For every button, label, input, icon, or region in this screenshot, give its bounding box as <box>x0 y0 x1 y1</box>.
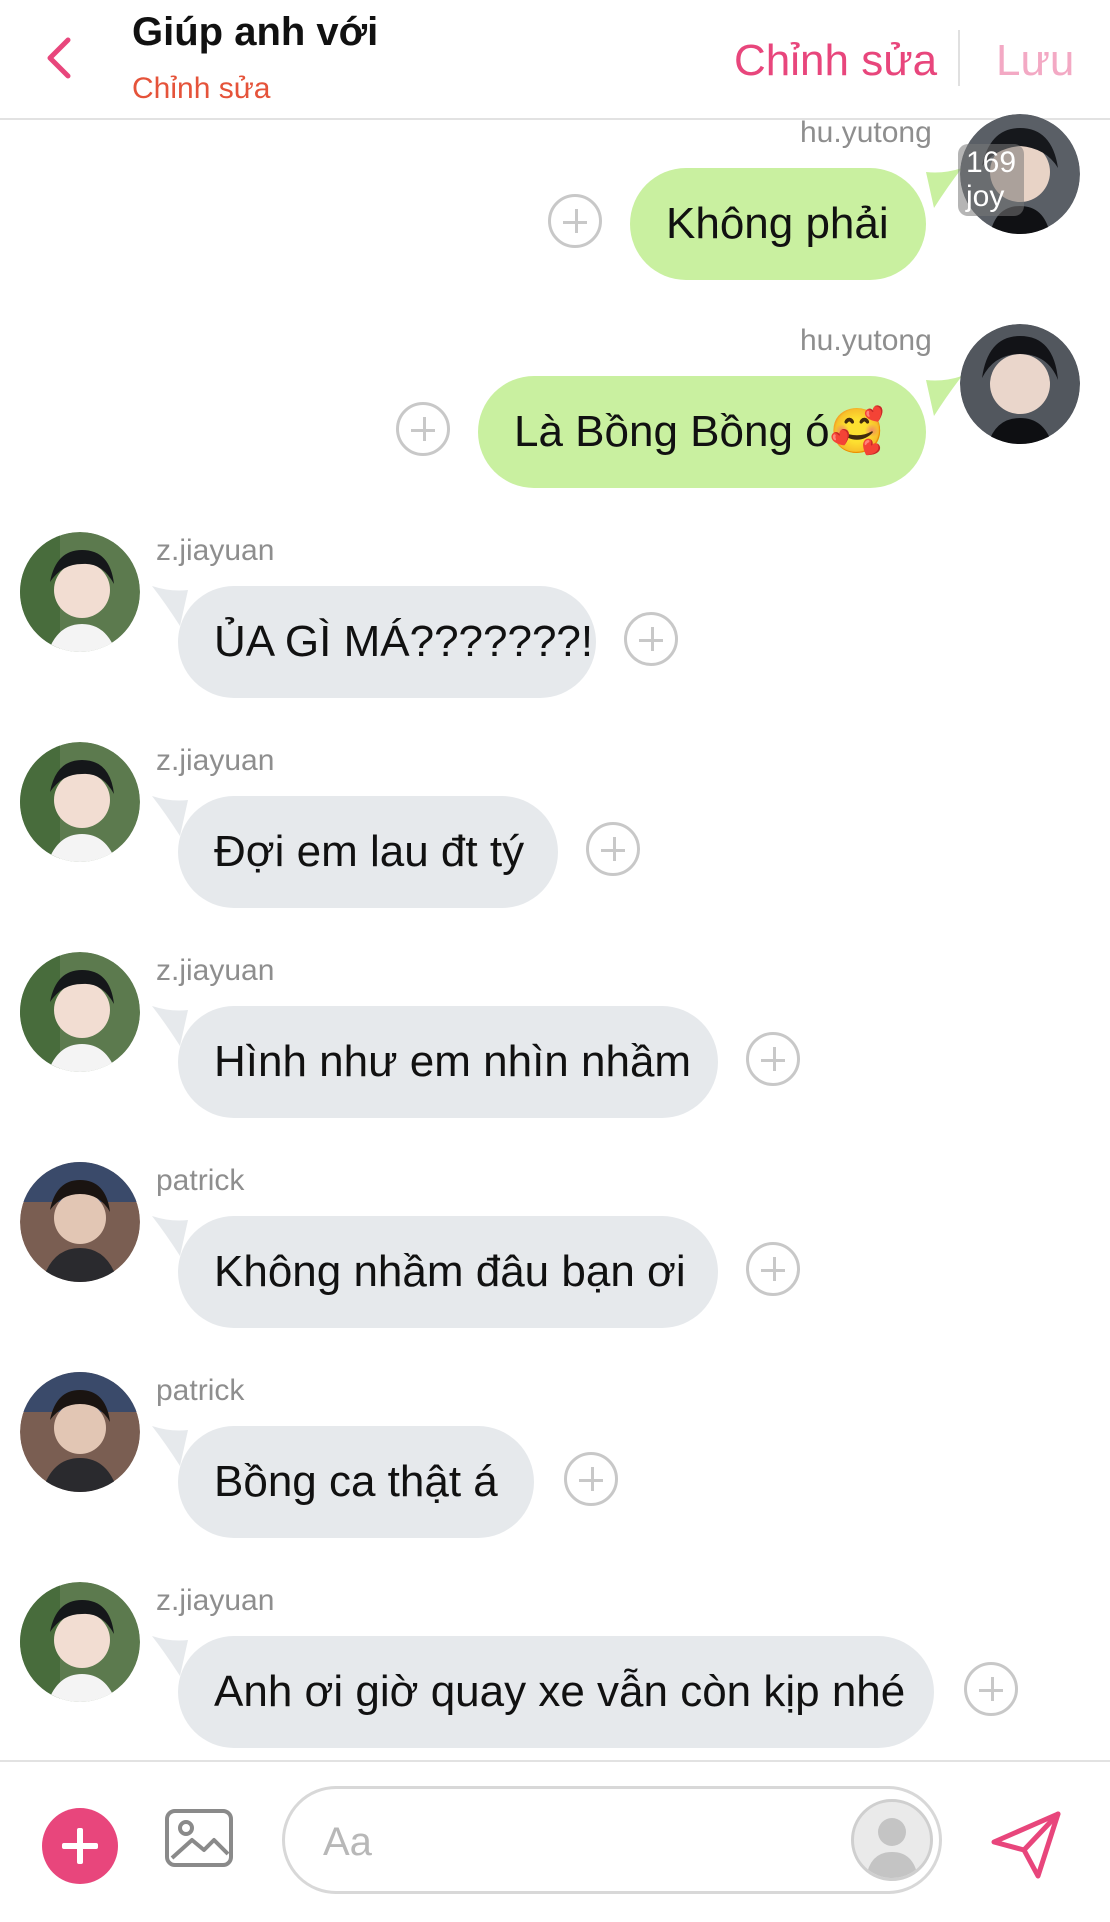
save-button[interactable]: Lưu <box>996 36 1074 86</box>
avatar[interactable] <box>20 1162 140 1282</box>
add-reaction-icon[interactable] <box>586 822 640 876</box>
message-bubble[interactable]: Không nhầm đâu bạn ơi <box>178 1216 718 1328</box>
sender-name: z.jiayuan <box>156 534 275 567</box>
watermark-label: 169 joy <box>958 144 1025 216</box>
chat-title: Giúp anh với <box>132 10 379 54</box>
message-input-container <box>282 1786 942 1894</box>
chat-subtitle[interactable]: Chỉnh sửa <box>132 72 271 106</box>
bubble-tail <box>926 168 962 208</box>
add-reaction-icon[interactable] <box>624 612 678 666</box>
add-reaction-icon[interactable] <box>964 1662 1018 1716</box>
avatar[interactable] <box>20 742 140 862</box>
message-bubble[interactable]: Đợi em lau đt tý <box>178 796 558 908</box>
message-bubble[interactable]: Là Bồng Bồng ó🥰 <box>478 376 926 488</box>
message-bubble[interactable]: Không phải <box>630 168 926 280</box>
sender-name: z.jiayuan <box>156 744 275 777</box>
sender-name: patrick <box>156 1164 245 1197</box>
add-reaction-icon[interactable] <box>746 1032 800 1086</box>
sender-name: patrick <box>156 1374 245 1407</box>
add-reaction-icon[interactable] <box>564 1452 618 1506</box>
message-bubble[interactable]: Bồng ca thật á <box>178 1426 534 1538</box>
plus-icon[interactable] <box>42 1808 118 1884</box>
image-icon[interactable] <box>164 1808 234 1868</box>
sender-name: hu.yutong <box>800 116 932 149</box>
avatar[interactable] <box>20 1372 140 1492</box>
message-input[interactable] <box>321 1815 805 1869</box>
character-avatar-icon[interactable] <box>851 1799 933 1881</box>
add-reaction-icon[interactable] <box>746 1242 800 1296</box>
edit-button[interactable]: Chỉnh sửa <box>734 36 937 86</box>
sender-name: z.jiayuan <box>156 1584 275 1617</box>
bubble-tail <box>926 376 962 416</box>
composer-bar <box>0 1760 1110 1922</box>
message-bubble[interactable]: ỦA GÌ MÁ???????! <box>178 586 596 698</box>
chevron-left-icon[interactable] <box>40 34 80 82</box>
chat-header: Giúp anh với Chỉnh sửa Chỉnh sửa Lưu <box>0 0 1110 120</box>
avatar[interactable] <box>20 1582 140 1702</box>
send-icon[interactable] <box>986 1804 1066 1884</box>
sender-name: hu.yutong <box>800 324 932 357</box>
message-bubble[interactable]: Hình như em nhìn nhầm <box>178 1006 718 1118</box>
sender-name: z.jiayuan <box>156 954 275 987</box>
message-bubble[interactable]: Anh ơi giờ quay xe vẫn còn kịp nhé <box>178 1636 934 1748</box>
header-divider <box>958 30 960 86</box>
avatar[interactable] <box>20 532 140 652</box>
add-reaction-icon[interactable] <box>548 194 602 248</box>
avatar[interactable] <box>960 324 1080 444</box>
add-reaction-icon[interactable] <box>396 402 450 456</box>
avatar[interactable] <box>20 952 140 1072</box>
